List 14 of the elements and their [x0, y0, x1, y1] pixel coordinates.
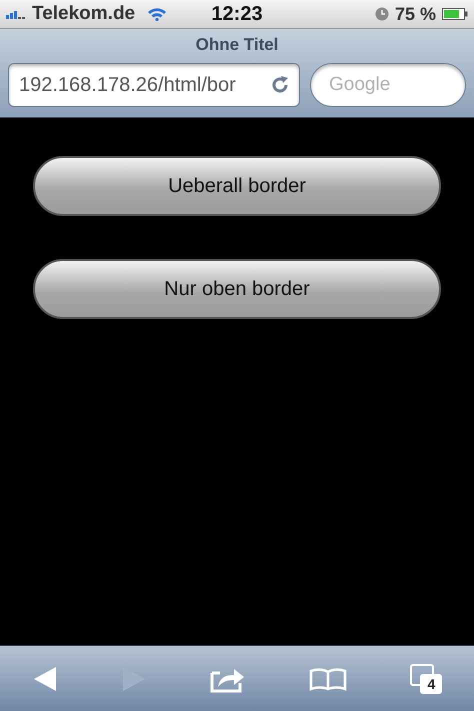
back-icon[interactable]: [32, 664, 58, 692]
signal-icon: [6, 9, 28, 19]
clock-icon: [374, 7, 389, 21]
page-button[interactable]: Ueberall border: [33, 156, 441, 216]
battery-icon: [442, 8, 468, 20]
page-button[interactable]: Nur oben border: [33, 259, 441, 319]
wifi-icon: [147, 7, 168, 21]
address-field[interactable]: 192.168.178.26/html/bor: [8, 63, 300, 107]
battery-percent: 75 %: [394, 4, 436, 24]
clock-time: 12:23: [211, 2, 263, 26]
search-field[interactable]: Google: [310, 63, 466, 107]
book-icon[interactable]: [309, 666, 348, 690]
page-title: Ohne Titel: [196, 35, 278, 56]
carrier-name: Telekom.de: [32, 3, 136, 25]
